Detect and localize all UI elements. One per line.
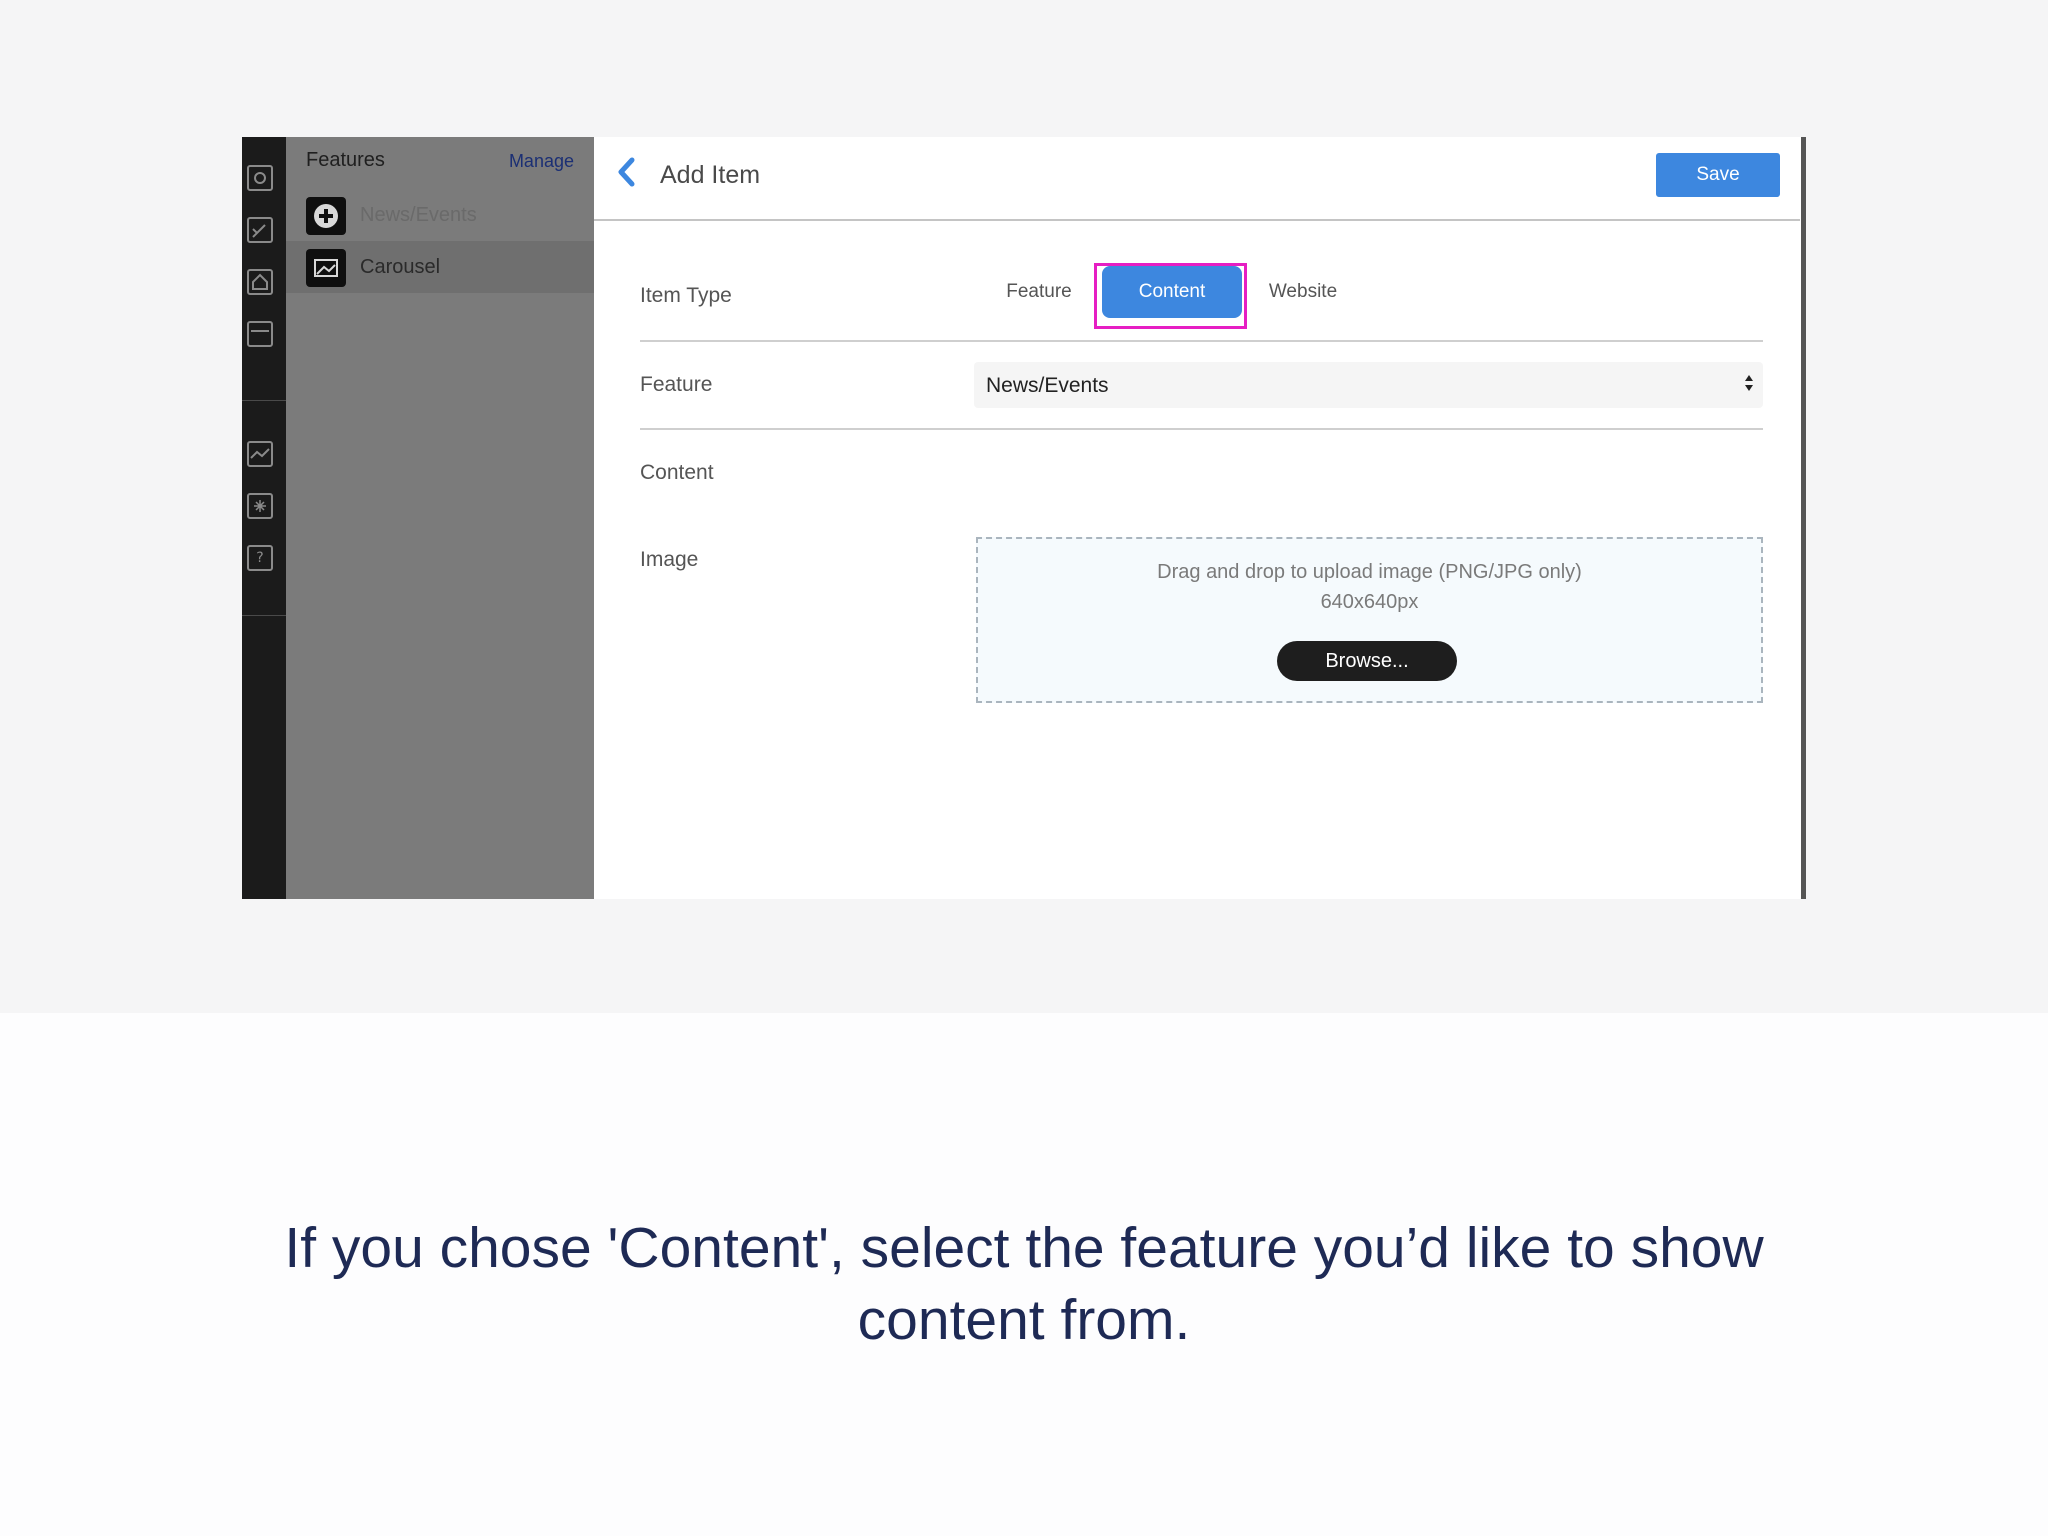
save-button[interactable]: Save	[1656, 153, 1780, 197]
icon-rail: ?	[242, 137, 286, 899]
feature-item-label: Carousel	[360, 256, 441, 278]
page-title: Add Item	[660, 161, 761, 189]
highlight-box	[1094, 263, 1247, 329]
layout-icon[interactable]	[247, 321, 273, 347]
rail-divider	[242, 400, 286, 401]
app-window: ? Features Manage News/Events Carousel A…	[242, 137, 1805, 899]
feature-item-carousel[interactable]: Carousel	[286, 241, 594, 293]
item-type-option-website[interactable]: Website	[1242, 266, 1364, 318]
dropzone-instructions: Drag and drop to upload image (PNG/JPG o…	[1157, 561, 1582, 583]
chart-icon[interactable]	[247, 441, 273, 467]
feature-select-value: News/Events	[986, 374, 1109, 397]
edit-icon[interactable]	[247, 217, 273, 243]
camera-icon[interactable]	[247, 165, 273, 191]
back-chevron-icon[interactable]	[614, 155, 640, 195]
select-arrows-icon	[1743, 371, 1755, 398]
divider	[640, 428, 1763, 430]
item-type-label: Item Type	[640, 284, 732, 307]
image-dropzone[interactable]: Drag and drop to upload image (PNG/JPG o…	[976, 537, 1763, 703]
image-label: Image	[640, 548, 699, 571]
rail-divider	[242, 615, 286, 616]
feature-select[interactable]: News/Events	[974, 362, 1763, 408]
settings-icon[interactable]	[247, 493, 273, 519]
feature-item-label: News/Events	[360, 204, 477, 226]
feature-item-news-events[interactable]: News/Events	[286, 189, 594, 241]
plus-circle-icon	[306, 197, 346, 235]
item-type-option-feature[interactable]: Feature	[988, 266, 1090, 318]
panel-header: Add Item Save	[594, 137, 1800, 221]
caption-line: If you chose 'Content', select the featu…	[284, 1216, 1764, 1280]
feature-label: Feature	[640, 373, 713, 396]
caption-line: content from.	[857, 1288, 1191, 1352]
browse-button[interactable]: Browse...	[1277, 641, 1457, 681]
dropzone-size: 640x640px	[1320, 591, 1419, 613]
features-panel: Features Manage News/Events Carousel	[286, 137, 594, 899]
panel-title: Features	[306, 149, 385, 171]
divider	[640, 340, 1763, 342]
image-icon	[306, 249, 346, 287]
manage-link[interactable]: Manage	[509, 151, 574, 172]
content-label: Content	[640, 461, 714, 484]
add-item-panel: Add Item Save Item Type Feature Content …	[594, 137, 1800, 899]
help-icon[interactable]: ?	[247, 545, 273, 571]
caption: If you chose 'Content', select the featu…	[0, 1212, 2048, 1356]
window-edge	[1801, 137, 1806, 899]
home-icon[interactable]	[247, 269, 273, 295]
